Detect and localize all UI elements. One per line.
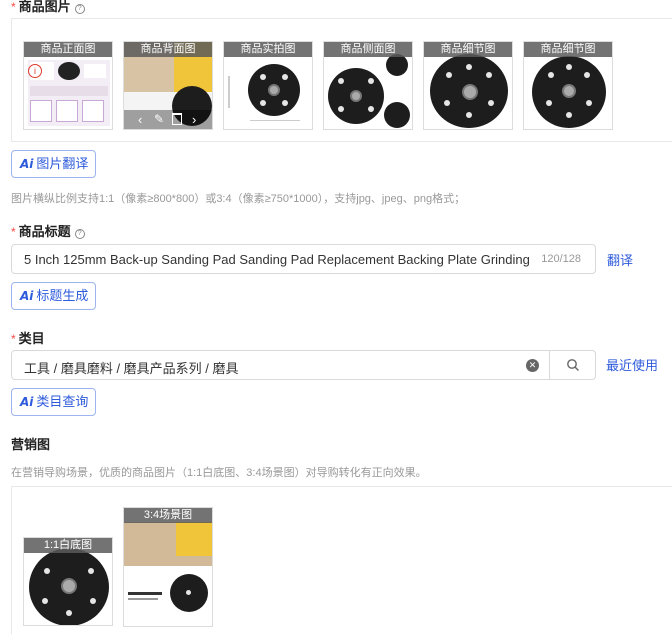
marketing-image (124, 508, 212, 626)
ai-icon: Ai (20, 395, 34, 409)
category-input[interactable]: 工具 / 磨具磨料 / 磨具产品系列 / 磨具 ✕ (11, 350, 550, 380)
category-search-button[interactable] (549, 350, 596, 380)
thumb-caption: 商品正面图 (24, 42, 112, 57)
image-translate-button[interactable]: Ai 图片翻译 (11, 150, 97, 178)
product-image: i (28, 60, 110, 126)
help-icon[interactable]: ? (74, 4, 85, 14)
search-icon (567, 359, 579, 371)
title-label-row: * 商品标题? (11, 221, 85, 240)
required-mark: * (11, 225, 16, 239)
thumb-caption: 商品实拍图 (224, 42, 312, 57)
help-icon[interactable]: ? (74, 229, 85, 239)
marketing-label: 营销图 (11, 437, 51, 452)
ai-icon: Ai (20, 289, 34, 303)
product-image-thumb[interactable]: 商品侧面图 (323, 41, 413, 130)
chevron-left-icon[interactable]: ‹ (138, 112, 142, 127)
thumb-caption: 商品背面图 (124, 42, 212, 57)
title-char-count: 120/128 (541, 253, 581, 265)
required-mark: * (11, 0, 16, 14)
marketing-image-thumb[interactable]: 1:1白底图 (23, 537, 113, 626)
thumb-caption: 商品侧面图 (324, 42, 412, 57)
thumb-caption: 商品细节图 (424, 42, 512, 57)
category-input-value: 工具 / 磨具磨料 / 磨具产品系列 / 磨具 (24, 361, 239, 376)
marketing-caption: 3:4场景图 (124, 508, 212, 523)
title-input-value: 5 Inch 125mm Back-up Sanding Pad Sanding… (24, 252, 532, 267)
thumb-action-bar: ‹ ✎ › (124, 110, 212, 129)
thumb-caption: 商品细节图 (524, 42, 612, 57)
marketing-caption: 1:1白底图 (24, 538, 112, 553)
title-translate-link[interactable]: 翻译 (607, 250, 633, 269)
category-label-row: * 类目 (11, 328, 45, 347)
title-label: 商品标题 (18, 224, 71, 239)
images-label: 商品图片 (18, 0, 71, 14)
ai-icon: Ai (20, 157, 34, 171)
clear-icon[interactable]: ✕ (526, 359, 539, 372)
product-image-thumb[interactable]: 商品实拍图 (223, 41, 313, 130)
chevron-right-icon[interactable]: › (192, 112, 196, 127)
marketing-image-thumb[interactable]: 3:4场景图 (123, 507, 213, 627)
edit-icon[interactable]: ✎ (154, 112, 164, 126)
product-image-thumb[interactable]: 商品细节图 (423, 41, 513, 130)
product-image-thumb[interactable]: 商品背面图 ‹ ✎ › (123, 41, 213, 130)
category-label: 类目 (18, 331, 45, 346)
category-query-button[interactable]: Ai 类目查询 (11, 388, 97, 416)
recent-used-link[interactable]: 最近使用 (606, 355, 658, 374)
product-image-thumb[interactable]: i 商品正面图 (23, 41, 113, 130)
title-generate-button[interactable]: Ai 标题生成 (11, 282, 97, 310)
image-format-hint: 图片横纵比例支持1:1（像素≥800*800）或3:4（像素≥750*1000）… (11, 193, 466, 205)
product-image-thumb[interactable]: 商品细节图 (523, 41, 613, 130)
marketing-hint: 在营销导购场景，优质的商品图片（1:1白底图、3:4场景图）对导购转化有正向效果… (11, 467, 427, 479)
required-mark: * (11, 332, 16, 346)
title-input[interactable]: 5 Inch 125mm Back-up Sanding Pad Sanding… (11, 244, 596, 274)
images-label-row: * 商品图片? (11, 0, 85, 15)
trash-icon[interactable] (172, 113, 182, 125)
